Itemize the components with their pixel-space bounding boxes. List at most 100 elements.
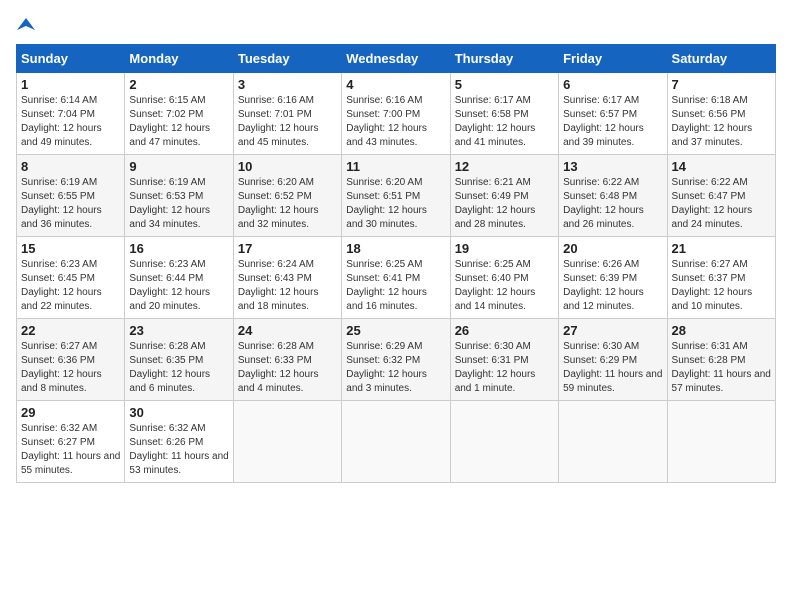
day-cell: 21 Sunrise: 6:27 AM Sunset: 6:37 PM Dayli… <box>667 237 775 319</box>
week-row-3: 15Sunrise: 6:23 AM Sunset: 6:45 PM Dayli… <box>17 237 776 319</box>
day-cell: 20 Sunrise: 6:26 AM Sunset: 6:39 PM Dayli… <box>559 237 667 319</box>
day-info: Sunrise: 6:32 AM Sunset: 6:27 PM Dayligh… <box>21 422 120 478</box>
day-info: Sunrise: 6:24 AM Sunset: 6:43 PM Dayligh… <box>238 258 337 314</box>
day-cell: 9Sunrise: 6:19 AM Sunset: 6:53 PM Daylig… <box>125 155 233 237</box>
day-info: Sunrise: 6:25 AM Sunset: 6:41 PM Dayligh… <box>346 258 445 314</box>
day-cell <box>667 401 775 483</box>
day-cell: 22Sunrise: 6:27 AM Sunset: 6:36 PM Dayli… <box>17 319 125 401</box>
day-cell: 27Sunrise: 6:30 AM Sunset: 6:29 PM Dayli… <box>559 319 667 401</box>
day-cell: 13 Sunrise: 6:22 AM Sunset: 6:48 PM Dayli… <box>559 155 667 237</box>
day-info: Sunrise: 6:21 AM Sunset: 6:49 PM Dayligh… <box>455 176 554 232</box>
day-number: 24 <box>238 323 337 338</box>
day-info: Sunrise: 6:22 AM Sunset: 6:47 PM Dayligh… <box>672 176 771 232</box>
day-number: 23 <box>129 323 228 338</box>
day-number: 16 <box>129 241 228 256</box>
day-info: Sunrise: 6:22 AM Sunset: 6:48 PM Dayligh… <box>563 176 662 232</box>
day-info: Sunrise: 6:18 AM Sunset: 6:56 PM Dayligh… <box>672 94 771 150</box>
day-info: Sunrise: 6:16 AM Sunset: 7:00 PM Dayligh… <box>346 94 445 150</box>
day-cell: 18 Sunrise: 6:25 AM Sunset: 6:41 PM Dayli… <box>342 237 450 319</box>
day-info: Sunrise: 6:28 AM Sunset: 6:33 PM Dayligh… <box>238 340 337 396</box>
day-info: Sunrise: 6:28 AM Sunset: 6:35 PM Dayligh… <box>129 340 228 396</box>
day-cell <box>450 401 558 483</box>
day-number: 7 <box>672 77 771 92</box>
header-cell-sunday: Sunday <box>17 45 125 73</box>
day-number: 5 <box>455 77 554 92</box>
day-info: Sunrise: 6:23 AM Sunset: 6:44 PM Dayligh… <box>129 258 228 314</box>
day-cell: 1 Sunrise: 6:14 AM Sunset: 7:04 PM Daylig… <box>17 73 125 155</box>
day-info: Sunrise: 6:30 AM Sunset: 6:29 PM Dayligh… <box>563 340 662 396</box>
day-number: 10 <box>238 159 337 174</box>
day-info: Sunrise: 6:16 AM Sunset: 7:01 PM Dayligh… <box>238 94 337 150</box>
day-number: 20 <box>563 241 662 256</box>
day-info: Sunrise: 6:31 AM Sunset: 6:28 PM Dayligh… <box>672 340 771 396</box>
day-cell: 5 Sunrise: 6:17 AM Sunset: 6:58 PM Daylig… <box>450 73 558 155</box>
day-cell: 12Sunrise: 6:21 AM Sunset: 6:49 PM Dayli… <box>450 155 558 237</box>
day-cell: 10 Sunrise: 6:20 AM Sunset: 6:52 PM Dayli… <box>233 155 341 237</box>
day-info: Sunrise: 6:23 AM Sunset: 6:45 PM Dayligh… <box>21 258 120 314</box>
header-cell-monday: Monday <box>125 45 233 73</box>
day-number: 19 <box>455 241 554 256</box>
day-info: Sunrise: 6:30 AM Sunset: 6:31 PM Dayligh… <box>455 340 554 396</box>
day-info: Sunrise: 6:20 AM Sunset: 6:51 PM Dayligh… <box>346 176 445 232</box>
day-number: 29 <box>21 405 120 420</box>
week-row-2: 8Sunrise: 6:19 AM Sunset: 6:55 PM Daylig… <box>17 155 776 237</box>
day-cell: 25 Sunrise: 6:29 AM Sunset: 6:32 PM Dayli… <box>342 319 450 401</box>
day-number: 26 <box>455 323 554 338</box>
day-info: Sunrise: 6:17 AM Sunset: 6:58 PM Dayligh… <box>455 94 554 150</box>
day-number: 6 <box>563 77 662 92</box>
day-number: 28 <box>672 323 771 338</box>
day-cell: 6 Sunrise: 6:17 AM Sunset: 6:57 PM Daylig… <box>559 73 667 155</box>
day-cell: 24 Sunrise: 6:28 AM Sunset: 6:33 PM Dayli… <box>233 319 341 401</box>
day-info: Sunrise: 6:20 AM Sunset: 6:52 PM Dayligh… <box>238 176 337 232</box>
day-number: 2 <box>129 77 228 92</box>
day-info: Sunrise: 6:19 AM Sunset: 6:53 PM Dayligh… <box>129 176 228 232</box>
day-cell: 8Sunrise: 6:19 AM Sunset: 6:55 PM Daylig… <box>17 155 125 237</box>
header-cell-thursday: Thursday <box>450 45 558 73</box>
day-info: Sunrise: 6:26 AM Sunset: 6:39 PM Dayligh… <box>563 258 662 314</box>
day-number: 14 <box>672 159 771 174</box>
day-number: 30 <box>129 405 228 420</box>
day-number: 22 <box>21 323 120 338</box>
calendar-table: SundayMondayTuesdayWednesdayThursdayFrid… <box>16 44 776 483</box>
day-info: Sunrise: 6:19 AM Sunset: 6:55 PM Dayligh… <box>21 176 120 232</box>
week-row-4: 22Sunrise: 6:27 AM Sunset: 6:36 PM Dayli… <box>17 319 776 401</box>
day-cell: 28 Sunrise: 6:31 AM Sunset: 6:28 PM Dayli… <box>667 319 775 401</box>
day-cell: 26 Sunrise: 6:30 AM Sunset: 6:31 PM Dayli… <box>450 319 558 401</box>
day-cell: 3 Sunrise: 6:16 AM Sunset: 7:01 PM Daylig… <box>233 73 341 155</box>
header-cell-friday: Friday <box>559 45 667 73</box>
day-cell: 15Sunrise: 6:23 AM Sunset: 6:45 PM Dayli… <box>17 237 125 319</box>
calendar-header: SundayMondayTuesdayWednesdayThursdayFrid… <box>17 45 776 73</box>
day-cell: 11 Sunrise: 6:20 AM Sunset: 6:51 PM Dayli… <box>342 155 450 237</box>
day-cell: 7 Sunrise: 6:18 AM Sunset: 6:56 PM Daylig… <box>667 73 775 155</box>
day-cell: 17 Sunrise: 6:24 AM Sunset: 6:43 PM Dayli… <box>233 237 341 319</box>
header-row: SundayMondayTuesdayWednesdayThursdayFrid… <box>17 45 776 73</box>
day-info: Sunrise: 6:14 AM Sunset: 7:04 PM Dayligh… <box>21 94 120 150</box>
day-info: Sunrise: 6:25 AM Sunset: 6:40 PM Dayligh… <box>455 258 554 314</box>
header-cell-wednesday: Wednesday <box>342 45 450 73</box>
logo <box>16 16 35 34</box>
day-number: 25 <box>346 323 445 338</box>
logo-bird-icon <box>17 16 35 34</box>
day-cell: 4 Sunrise: 6:16 AM Sunset: 7:00 PM Daylig… <box>342 73 450 155</box>
day-number: 21 <box>672 241 771 256</box>
header <box>16 16 776 34</box>
day-number: 17 <box>238 241 337 256</box>
day-info: Sunrise: 6:32 AM Sunset: 6:26 PM Dayligh… <box>129 422 228 478</box>
day-number: 11 <box>346 159 445 174</box>
day-number: 13 <box>563 159 662 174</box>
calendar-body: 1 Sunrise: 6:14 AM Sunset: 7:04 PM Daylig… <box>17 73 776 483</box>
week-row-5: 29 Sunrise: 6:32 AM Sunset: 6:27 PM Dayli… <box>17 401 776 483</box>
day-info: Sunrise: 6:27 AM Sunset: 6:37 PM Dayligh… <box>672 258 771 314</box>
day-number: 4 <box>346 77 445 92</box>
day-cell: 30 Sunrise: 6:32 AM Sunset: 6:26 PM Dayli… <box>125 401 233 483</box>
day-number: 1 <box>21 77 120 92</box>
day-info: Sunrise: 6:17 AM Sunset: 6:57 PM Dayligh… <box>563 94 662 150</box>
day-cell <box>342 401 450 483</box>
day-info: Sunrise: 6:29 AM Sunset: 6:32 PM Dayligh… <box>346 340 445 396</box>
day-cell: 16 Sunrise: 6:23 AM Sunset: 6:44 PM Dayli… <box>125 237 233 319</box>
day-number: 3 <box>238 77 337 92</box>
day-number: 18 <box>346 241 445 256</box>
header-cell-tuesday: Tuesday <box>233 45 341 73</box>
day-cell <box>233 401 341 483</box>
day-cell: 14 Sunrise: 6:22 AM Sunset: 6:47 PM Dayli… <box>667 155 775 237</box>
